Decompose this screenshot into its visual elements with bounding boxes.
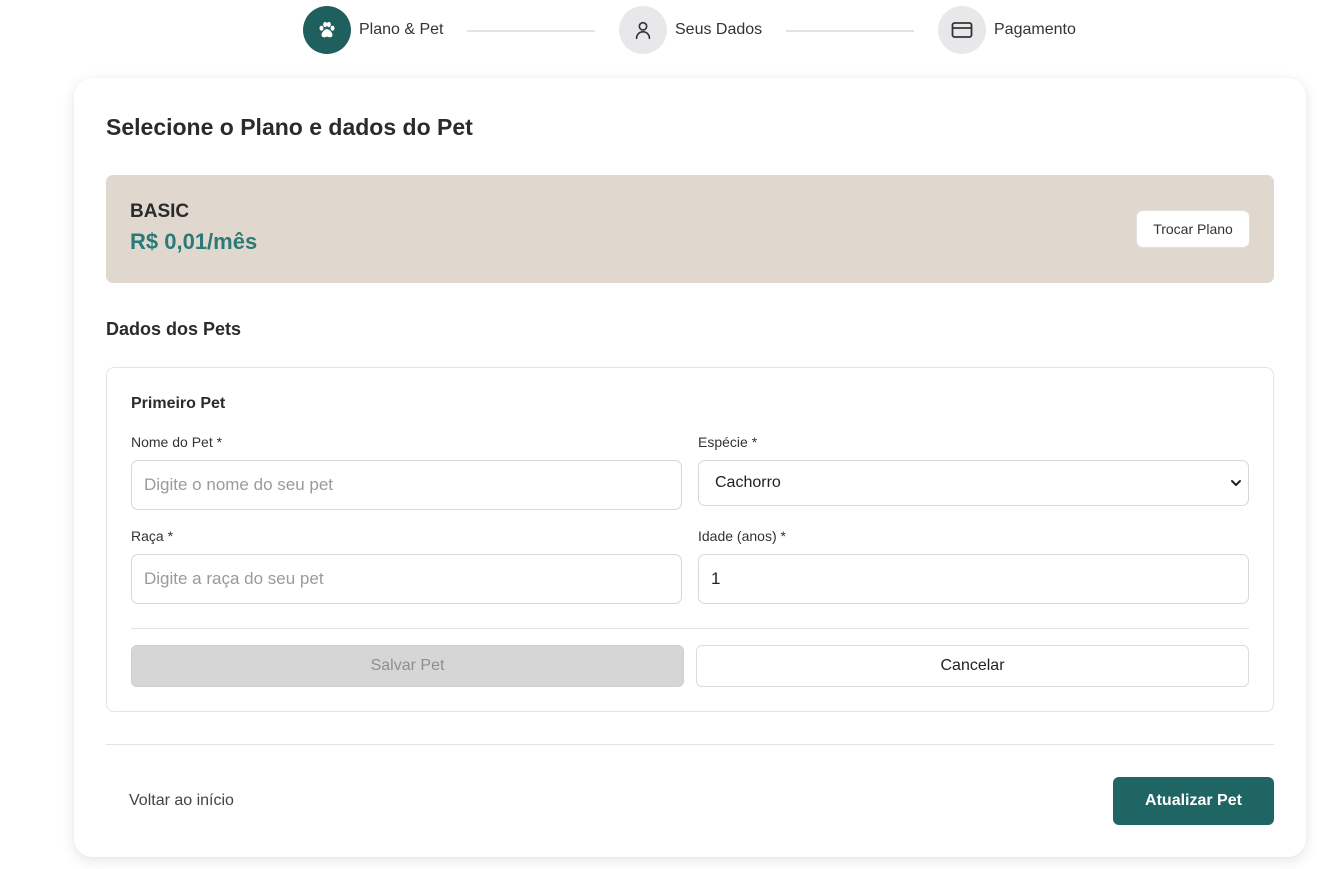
form-divider: [131, 628, 1249, 629]
update-pet-button[interactable]: Atualizar Pet: [1113, 777, 1274, 825]
step-pagamento[interactable]: Pagamento: [938, 6, 1076, 54]
step-plano-pet[interactable]: Plano & Pet: [303, 6, 444, 54]
progress-stepper: Plano & Pet Seus Dados Pagamento: [0, 6, 1336, 56]
user-icon: [619, 6, 667, 54]
paw-icon: [303, 6, 351, 54]
chevron-down-icon: [1231, 480, 1241, 486]
step-seus-dados[interactable]: Seus Dados: [619, 6, 762, 54]
pets-section-title: Dados dos Pets: [106, 319, 242, 339]
step-label: Seus Dados: [675, 21, 763, 38]
breed-input[interactable]: [131, 554, 682, 604]
selected-plan: BASIC R$ 0,01/mês Trocar Plano: [106, 175, 1274, 283]
change-plan-button[interactable]: Trocar Plano: [1136, 210, 1250, 248]
back-to-home-link[interactable]: Voltar ao início: [129, 792, 234, 810]
pet-name-label: Nome do Pet *: [131, 434, 223, 450]
step-label: Plano & Pet: [359, 21, 444, 38]
checkout-card: Selecione o Plano e dados do Pet BASIC R…: [74, 78, 1306, 857]
step-label: Pagamento: [994, 21, 1076, 38]
pet-name-input[interactable]: [131, 460, 682, 510]
step-connector: [467, 30, 595, 32]
step-connector: [786, 30, 914, 32]
plan-name: BASIC: [130, 201, 190, 222]
age-label: Idade (anos) *: [698, 528, 786, 544]
credit-card-icon: [938, 6, 986, 54]
species-select-value: Cachorro: [715, 474, 781, 491]
species-select[interactable]: Cachorro: [698, 460, 1249, 506]
save-pet-button[interactable]: Salvar Pet: [131, 645, 684, 687]
page-title: Selecione o Plano e dados do Pet: [106, 114, 473, 140]
species-label: Espécie *: [698, 434, 758, 450]
footer-divider: [106, 744, 1274, 745]
cancel-button[interactable]: Cancelar: [696, 645, 1249, 687]
pet-form: Primeiro Pet Nome do Pet * Espécie * Cac…: [106, 367, 1274, 712]
breed-label: Raça *: [131, 528, 174, 544]
pet-form-title: Primeiro Pet: [131, 395, 226, 412]
age-input[interactable]: [698, 554, 1249, 604]
plan-price: R$ 0,01/mês: [130, 229, 258, 254]
